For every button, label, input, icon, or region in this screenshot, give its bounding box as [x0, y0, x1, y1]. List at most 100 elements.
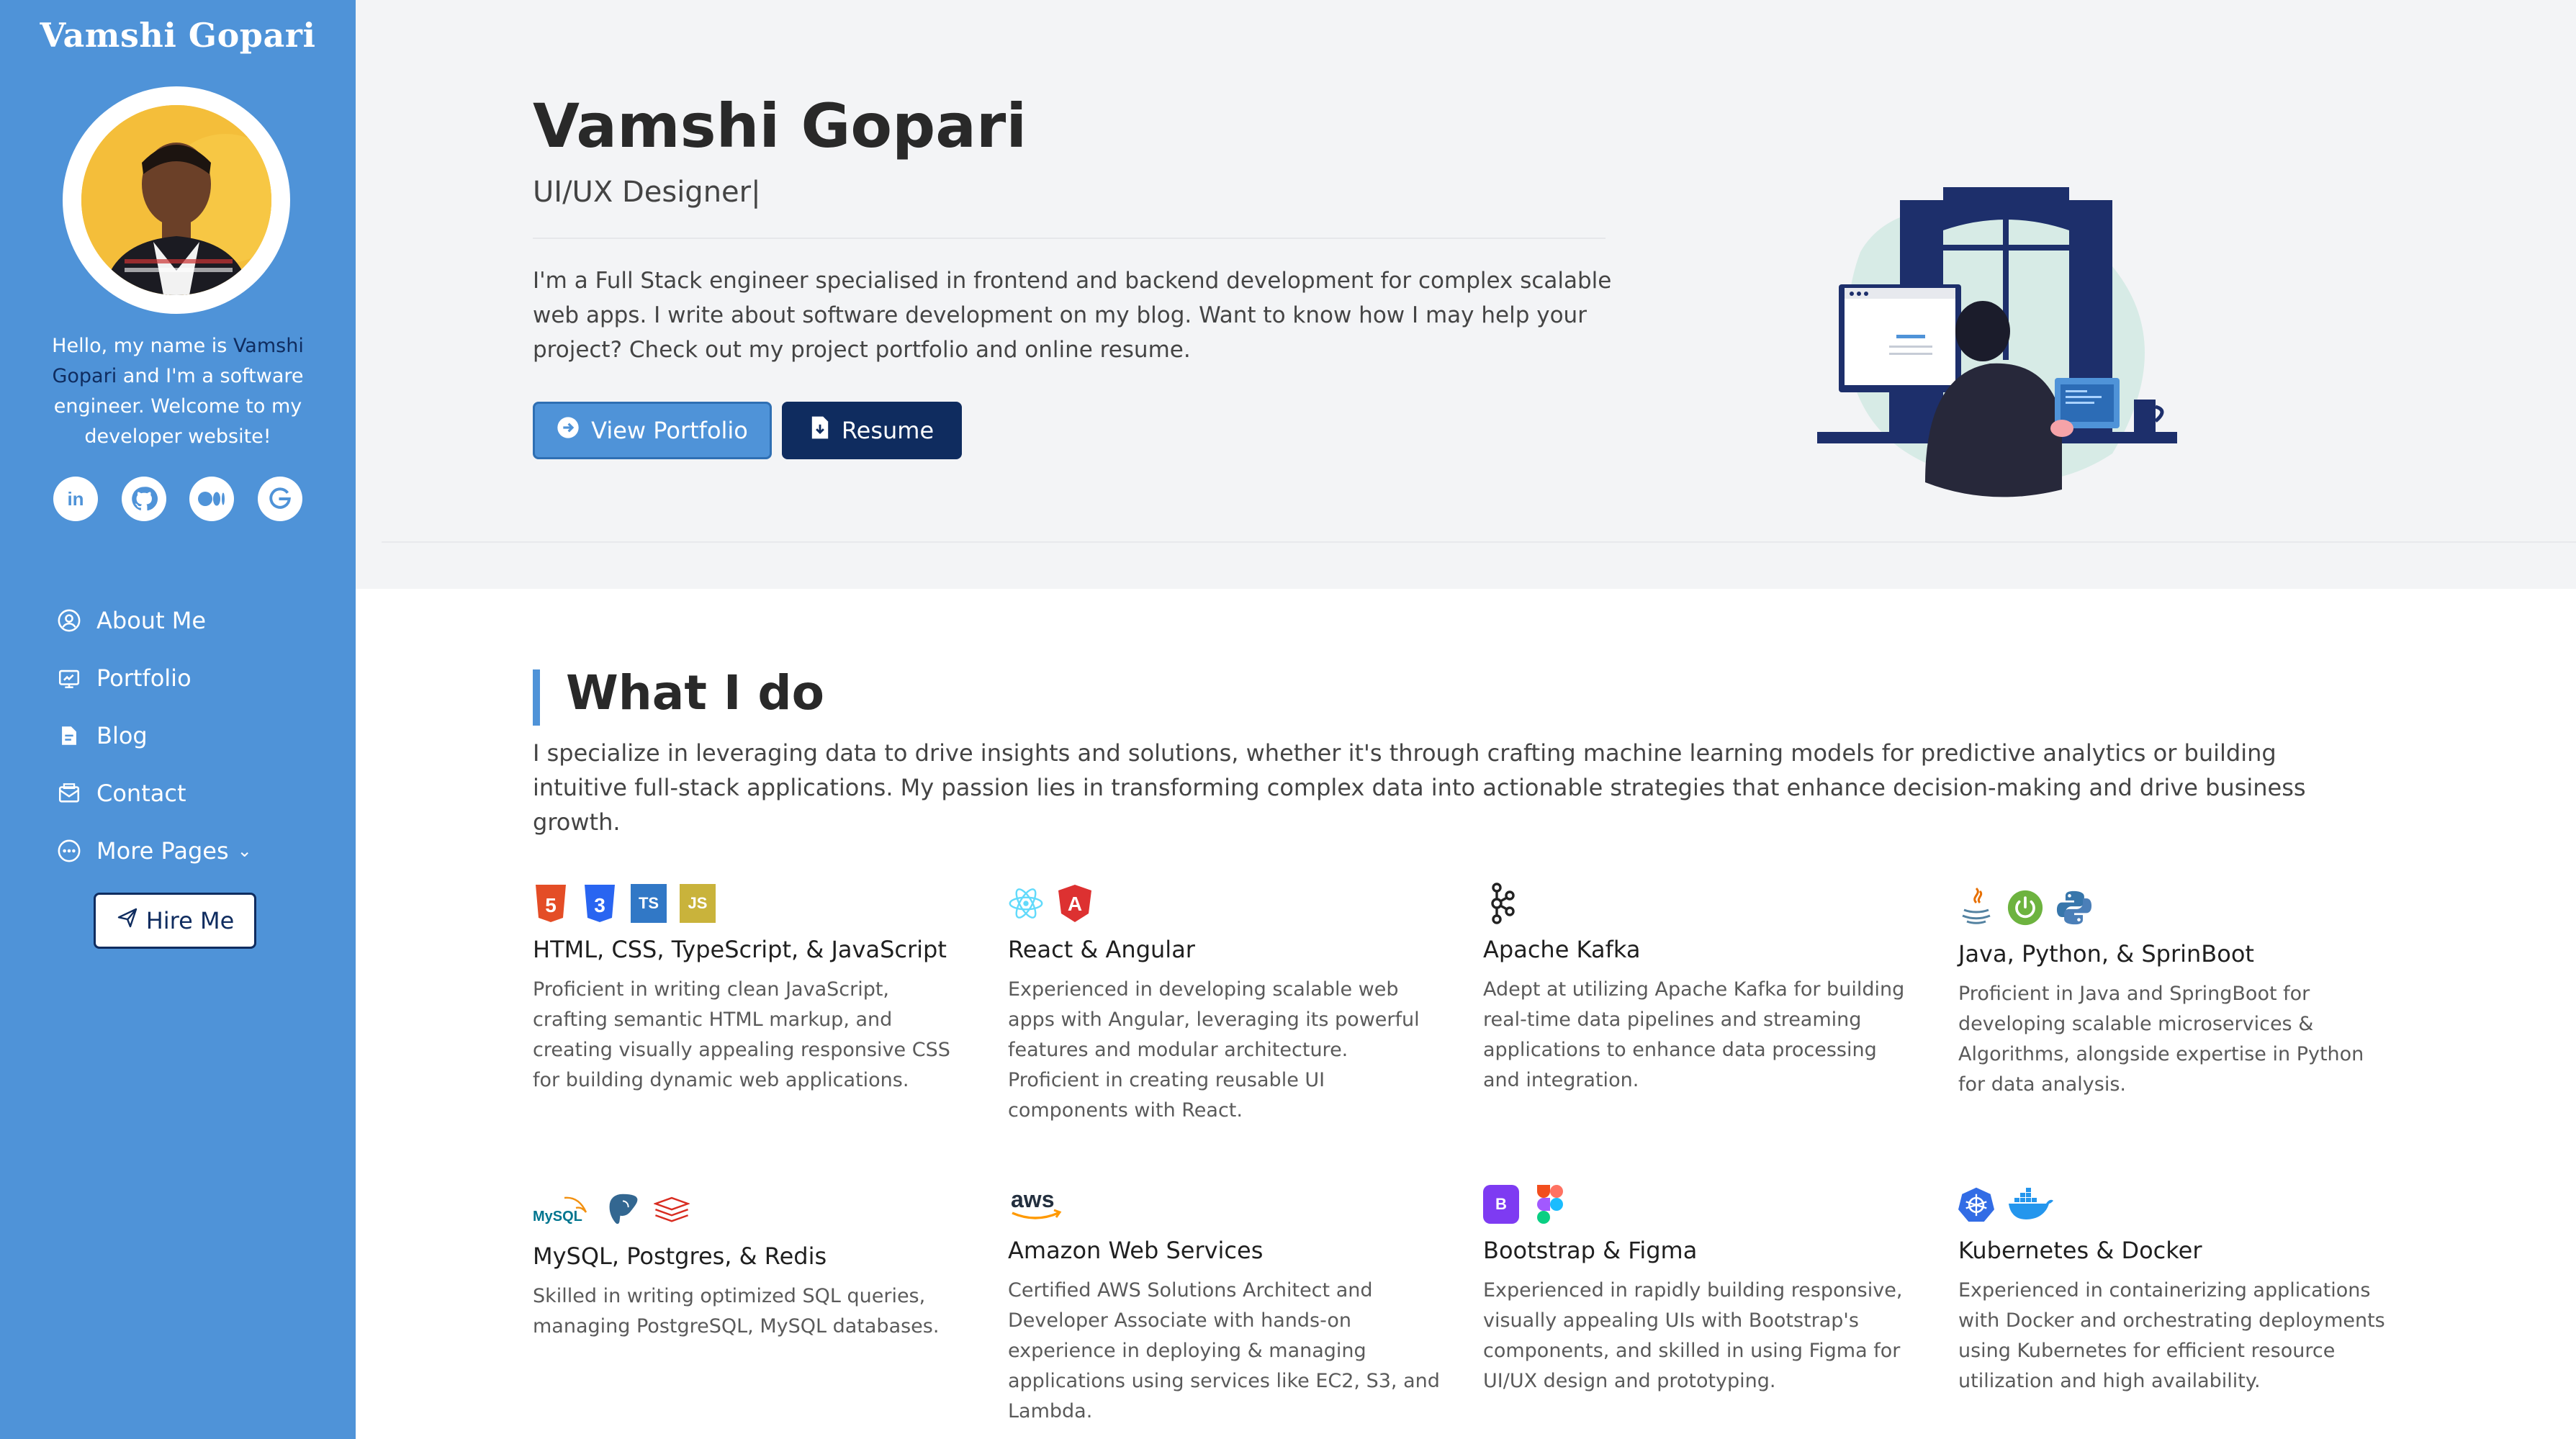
nav-label: Contact [96, 780, 186, 807]
nav-label: About Me [96, 607, 207, 634]
nav-blog[interactable]: Blog [56, 707, 252, 764]
svg-text:5: 5 [545, 894, 557, 916]
kafka-icon [1483, 883, 1519, 924]
hero-role: UI/UX Designer| [533, 176, 761, 209]
skill-description: Experienced in rapidly building responsi… [1483, 1279, 1903, 1392]
skill-title: MySQL, Postgres, & Redis [533, 1242, 827, 1270]
blog-icon [56, 723, 82, 749]
postgres-icon [605, 1191, 641, 1230]
css3-icon: 3 [582, 884, 618, 923]
typescript-icon: TS [631, 884, 667, 923]
skill-description: Experienced in developing scalable web a… [1008, 978, 1420, 1122]
nav-label: Portfolio [96, 664, 192, 692]
skill-icons [1483, 880, 1915, 924]
other-icon[interactable] [257, 477, 302, 521]
hero-intro: I'm a Full Stack engineer specialised in… [533, 268, 1612, 363]
svg-text:MySQL: MySQL [533, 1209, 582, 1224]
section-title: What I do [566, 665, 824, 721]
skill-card: aws Amazon Web Services Certified AWS So… [1008, 1181, 1440, 1427]
nav-more-pages[interactable]: More Pages ⌄ [56, 822, 252, 880]
skill-description: Proficient in Java and SpringBoot for de… [1958, 983, 2364, 1096]
skill-icons: B [1483, 1181, 1915, 1224]
skill-title: Kubernetes & Docker [1958, 1237, 2202, 1264]
bootstrap-icon: B [1483, 1185, 1519, 1224]
skill-card: MySQL MySQL, Postgres, & Redis Skilled i… [533, 1186, 965, 1342]
profile-photo [81, 105, 271, 295]
angular-icon: A [1057, 884, 1093, 923]
nav-contact[interactable]: Contact [56, 764, 252, 822]
skill-title: Java, Python, & SprinBoot [1958, 940, 2254, 967]
hire-me-button[interactable]: Hire Me [94, 893, 256, 949]
resume-label: Resume [841, 417, 935, 444]
developer-illustration [1774, 180, 2220, 511]
skill-card: Kubernetes & Docker Experienced in conta… [1958, 1181, 2390, 1397]
skill-icons [1958, 1181, 2390, 1224]
react-icon [1008, 884, 1044, 923]
github-icon[interactable] [121, 477, 166, 521]
skill-icons: MySQL [533, 1186, 965, 1230]
chevron-down-icon: ⌄ [237, 841, 252, 861]
send-icon [116, 906, 139, 935]
skill-title: React & Angular [1008, 936, 1195, 963]
skill-title: Amazon Web Services [1008, 1237, 1264, 1264]
view-portfolio-button[interactable]: View Portfolio [533, 402, 772, 459]
bio-prefix: Hello, my name is [52, 335, 233, 357]
file-download-icon [810, 415, 830, 446]
mysql-icon: MySQL [533, 1191, 592, 1230]
hero-name: Vamshi Gopari [533, 91, 1027, 161]
nav-portfolio[interactable]: Portfolio [56, 649, 252, 707]
skill-card: Java, Python, & SprinBoot Proficient in … [1958, 884, 2390, 1100]
kubernetes-icon [1958, 1185, 1994, 1224]
svg-text:aws: aws [1011, 1186, 1054, 1212]
skill-description: Adept at utilizing Apache Kafka for buil… [1483, 978, 1905, 1091]
skill-icons: A [1008, 880, 1440, 923]
brand-title[interactable]: Vamshi Gopari [0, 16, 356, 55]
contact-icon [56, 780, 82, 806]
more-icon [56, 838, 82, 864]
nav-about-me[interactable]: About Me [56, 592, 252, 649]
skill-title: Bootstrap & Figma [1483, 1237, 1698, 1264]
skill-description: Experienced in containerizing applicatio… [1958, 1279, 2385, 1392]
python-icon [2056, 888, 2092, 927]
docker-icon [2007, 1185, 2053, 1224]
spring-icon [2007, 888, 2043, 927]
svg-text:A: A [1068, 893, 1082, 915]
html5-icon: 5 [533, 884, 569, 923]
javascript-icon: JS [680, 884, 716, 923]
section-description: I specialize in leveraging data to drive… [533, 739, 2306, 836]
section-accent-bar [533, 669, 540, 726]
skill-card: A React & Angular Experienced in develop… [1008, 880, 1440, 1126]
nav-label: Blog [96, 722, 148, 749]
portfolio-icon [56, 665, 82, 691]
aws-icon: aws [1008, 1185, 1066, 1224]
divider [382, 541, 2576, 543]
skill-card: Apache Kafka Adept at utilizing Apache K… [1483, 880, 1915, 1096]
skill-icons: aws [1008, 1181, 1440, 1224]
skill-description: Certified AWS Solutions Architect and De… [1008, 1279, 1440, 1422]
hero-section: Vamshi Gopari UI/UX Designer| I'm a Full… [356, 0, 2576, 589]
sidebar-bio: Hello, my name is Vamshi Gopari and I'm … [43, 331, 312, 452]
nav-label: More Pages [96, 837, 229, 865]
linkedin-icon[interactable]: in [53, 477, 98, 521]
resume-button[interactable]: Resume [782, 402, 962, 459]
skill-title: HTML, CSS, TypeScript, & JavaScript [533, 936, 947, 963]
medium-icon[interactable] [189, 477, 235, 521]
divider [533, 238, 1606, 239]
avatar [63, 86, 290, 314]
social-links: in [53, 477, 302, 521]
svg-text:3: 3 [594, 894, 605, 916]
arrow-circle-right-icon [557, 416, 580, 445]
user-circle-icon [56, 608, 82, 633]
skill-description: Skilled in writing optimized SQL queries… [533, 1285, 940, 1337]
sidebar-nav: About Me Portfolio Blog Contact More Pag… [56, 592, 252, 880]
skill-card: B Bootstrap & Figma Experienced in rapid… [1483, 1181, 1915, 1397]
skill-icons: 5 3 TS JS [533, 880, 965, 923]
view-portfolio-label: View Portfolio [591, 417, 748, 444]
skill-title: Apache Kafka [1483, 936, 1641, 963]
java-icon [1958, 887, 1994, 927]
sidebar: Vamshi Gopari Hello, my name is Vamshi G… [0, 0, 356, 1439]
skill-card: 5 3 TS JS HTML, CSS, TypeScript, & JavaS… [533, 880, 965, 1096]
skill-icons [1958, 884, 2390, 927]
hire-me-label: Hire Me [145, 907, 235, 934]
skill-description: Proficient in writing clean JavaScript, … [533, 978, 950, 1091]
